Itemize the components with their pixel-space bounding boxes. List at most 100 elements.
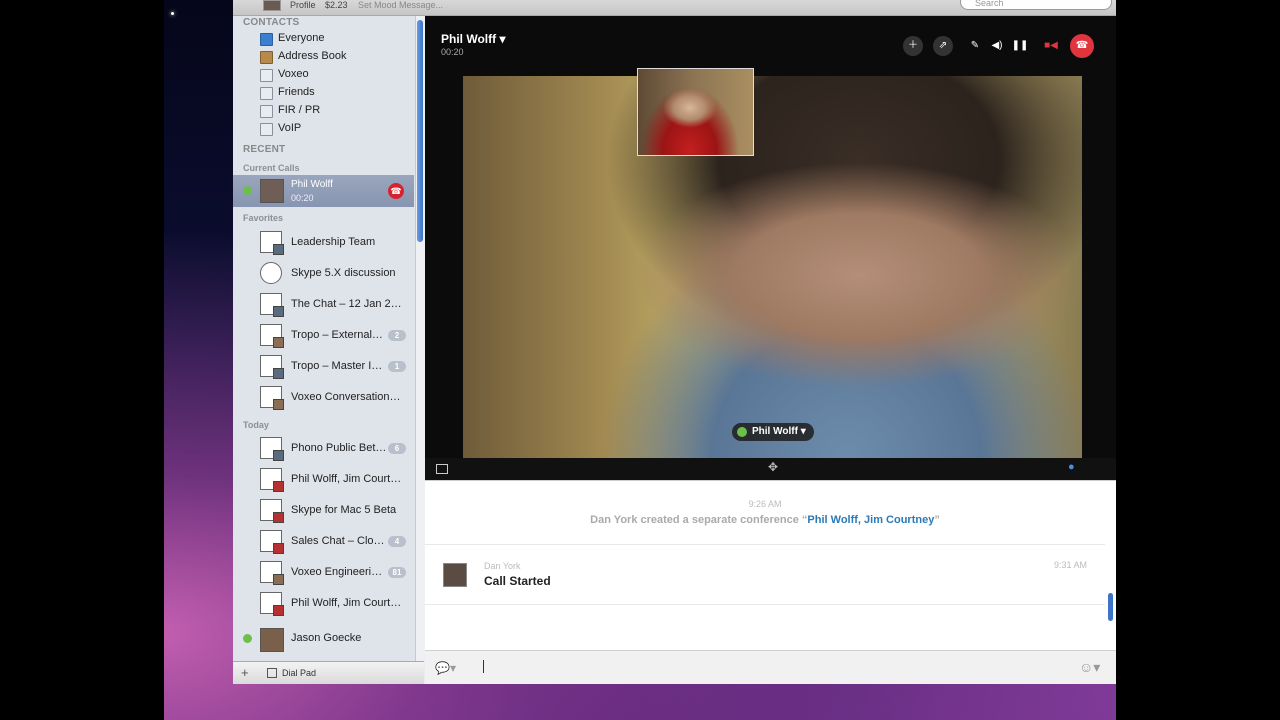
unread-badge: 4 xyxy=(388,536,406,547)
unread-badge: 6 xyxy=(388,443,406,454)
conversation-icon xyxy=(260,561,284,585)
group-icon xyxy=(260,69,273,82)
list-item[interactable]: Voxeo Engineeri… 81 xyxy=(233,558,414,589)
video-footer: ✥ ● xyxy=(425,458,1116,480)
conversation-icon xyxy=(260,437,284,461)
current-call-name: Phil Wolff xyxy=(291,179,333,190)
today-header: Today xyxy=(243,420,269,430)
list-item[interactable]: Leadership Team xyxy=(233,228,414,259)
conversation-icon xyxy=(260,386,284,410)
chat-history: 9:26 AM Dan York created a separate conf… xyxy=(425,480,1116,651)
call-title[interactable]: Phil Wolff ▾ xyxy=(441,32,505,46)
list-item[interactable]: Skype for Mac 5 Beta xyxy=(233,496,414,527)
group-icon xyxy=(260,123,273,136)
list-item[interactable]: Phono Public Bet… 6 xyxy=(233,434,414,465)
list-item[interactable]: Phil Wolff, Jim Court… xyxy=(233,465,414,496)
event-timestamp: 9:26 AM xyxy=(748,499,782,509)
sidebar-scrollbar[interactable] xyxy=(415,16,425,661)
conversation-icon xyxy=(260,231,284,255)
dial-pad-button[interactable]: Dial Pad xyxy=(282,668,316,678)
sidebar-footer: + Dial Pad xyxy=(233,661,424,684)
letterbox-left xyxy=(0,0,164,720)
clock-icon xyxy=(260,262,282,284)
divider xyxy=(425,544,1105,545)
message-time: 9:31 AM xyxy=(1054,560,1088,570)
unread-badge: 2 xyxy=(388,330,406,341)
sidebar-toggle-icon[interactable] xyxy=(436,464,448,474)
list-item[interactable]: Phil Wolff, Jim Court… xyxy=(233,589,414,620)
contacts-header: CONTACTS xyxy=(243,17,300,28)
online-status-icon xyxy=(243,186,252,195)
pause-icon[interactable]: ❚❚ xyxy=(1010,36,1030,56)
video-call-panel: Phil Wolff ▾ 00:20 ＋ ⇗ ✎ ◀) ❚❚ ■◀ ☎ Phil… xyxy=(425,16,1116,480)
mood-message[interactable]: Set Mood Message... xyxy=(358,0,443,10)
top-toolbar: Profile $2.23 Set Mood Message... Search xyxy=(233,0,1116,16)
star-decoration xyxy=(171,12,174,15)
end-call-button[interactable]: ☎ xyxy=(1070,34,1094,58)
add-contact-button[interactable]: + xyxy=(241,665,249,680)
current-call-time: 00:20 xyxy=(291,193,314,203)
call-duration: 00:20 xyxy=(441,47,464,57)
avatar xyxy=(260,628,284,652)
hang-up-icon[interactable]: ☎ xyxy=(388,183,404,199)
conversation-icon xyxy=(260,530,284,554)
online-status-icon xyxy=(243,634,252,643)
emoticon-icon[interactable]: ☺▾ xyxy=(1079,659,1100,676)
conversation-icon xyxy=(260,499,284,523)
search-input[interactable]: Search xyxy=(960,0,1112,10)
list-item[interactable]: Sales Chat – Clo… 4 xyxy=(233,527,414,558)
participants-icon[interactable]: ● xyxy=(1068,461,1075,473)
conversation-icon xyxy=(260,324,284,348)
unread-badge: 1 xyxy=(388,361,406,372)
list-item[interactable]: Tropo – Master I… 1 xyxy=(233,352,414,383)
recent-header: RECENT xyxy=(243,144,286,155)
letterbox-right xyxy=(1116,0,1280,720)
everyone-icon xyxy=(260,33,273,46)
add-person-icon[interactable]: ＋ xyxy=(903,36,923,56)
profile-avatar[interactable] xyxy=(263,0,281,11)
self-video-preview[interactable] xyxy=(637,68,754,156)
divider xyxy=(425,604,1105,605)
conversation-icon xyxy=(260,468,284,492)
skype-window: Profile $2.23 Set Mood Message... Search… xyxy=(233,0,1116,684)
favorites-header: Favorites xyxy=(243,213,284,223)
message-input-bar: 💬▾ ☺▾ xyxy=(425,650,1116,684)
address-book-icon xyxy=(260,51,273,64)
conversation-icon xyxy=(260,293,284,317)
mute-icon[interactable]: ✎ xyxy=(965,36,985,56)
conference-event: Dan York created a separate conference “… xyxy=(590,514,940,526)
contact-row[interactable]: Jason Goecke xyxy=(233,625,414,653)
sidebar: CONTACTS Everyone Address Book Voxeo Fri… xyxy=(233,16,425,661)
profile-link[interactable]: Profile xyxy=(290,0,316,10)
list-item[interactable]: Tropo – External… 2 xyxy=(233,321,414,352)
chat-scrollbar[interactable] xyxy=(1108,593,1113,621)
resize-handle-icon[interactable]: ✥ xyxy=(768,460,778,474)
remote-video xyxy=(463,76,1082,459)
avatar xyxy=(260,179,284,203)
volume-icon[interactable]: ◀) xyxy=(987,36,1007,56)
dial-pad-icon xyxy=(267,668,277,678)
group-icon xyxy=(260,87,273,100)
list-item[interactable]: The Chat – 12 Jan 2… xyxy=(233,290,414,321)
list-item[interactable]: Voxeo Conversation… xyxy=(233,383,414,414)
conference-link[interactable]: Phil Wolff, Jim Courtney xyxy=(807,514,934,526)
group-icon xyxy=(260,105,273,118)
chat-bubble-icon[interactable]: 💬▾ xyxy=(435,661,456,675)
conversation-icon xyxy=(260,355,284,379)
scrollbar-thumb[interactable] xyxy=(417,20,423,242)
message-input[interactable] xyxy=(483,660,484,673)
share-screen-icon[interactable]: ⇗ xyxy=(933,36,953,56)
list-item[interactable]: Skype 5.X discussion xyxy=(233,259,414,290)
message-text: Call Started xyxy=(484,574,551,588)
avatar xyxy=(443,563,467,587)
conversation-icon xyxy=(260,592,284,616)
video-camera-icon[interactable]: ■◀ xyxy=(1041,36,1061,56)
unread-badge: 81 xyxy=(388,567,406,578)
online-status-icon xyxy=(737,427,747,437)
skype-credit[interactable]: $2.23 xyxy=(325,0,348,10)
caller-name-pill[interactable]: Phil Wolff ▾ xyxy=(732,423,814,441)
current-call-row[interactable]: Phil Wolff 00:20 ☎ xyxy=(233,175,414,207)
current-calls-header: Current Calls xyxy=(243,163,300,173)
contact-name: Jason Goecke xyxy=(291,632,362,644)
message-author: Dan York xyxy=(484,561,521,571)
